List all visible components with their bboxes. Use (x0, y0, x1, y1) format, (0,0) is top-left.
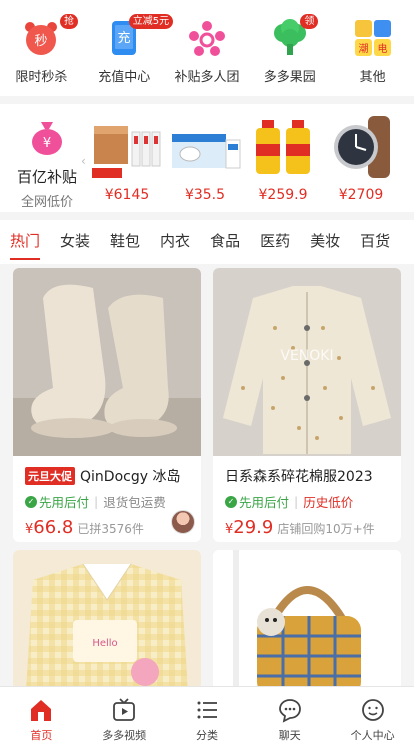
lowest-price-tag: 历史低价 (303, 495, 354, 510)
nav-label: 个人中心 (350, 729, 395, 742)
subsidy-section[interactable]: ¥ 百亿补贴 全网低价 ‹ ¥6145 ¥35.5 ¥259.9 ¥2709 (0, 104, 414, 212)
tag-divider: | (294, 494, 299, 509)
nav-profile[interactable]: 个人中心 (331, 687, 414, 743)
nav-label: 多多视频 (102, 729, 147, 742)
product-tags: ✓ 先用后付 | 历史低价 (213, 486, 401, 511)
pajama-print-text: Hello (92, 638, 117, 649)
product-price: 66.8 (33, 517, 74, 538)
shortcut-other[interactable]: 潮 电 其他 (331, 0, 414, 96)
shortcut-label: 限时秒杀 (15, 70, 68, 85)
money-bag-icon: ¥ (27, 118, 67, 160)
product-image-boots (13, 268, 201, 456)
chat-bubble-icon (276, 696, 304, 723)
buyer-avatar (171, 510, 195, 534)
repurchase-count: 店铺回购10万+件 (277, 522, 375, 536)
product-image-jacket: VENOKI (213, 268, 401, 456)
nav-home[interactable]: 首页 (0, 687, 83, 743)
subsidy-header[interactable]: ¥ 百亿补贴 全网低价 (8, 118, 86, 210)
return-shipping-tag: 退货包运费 (103, 495, 166, 510)
flash-sale-badge: 抢 (60, 14, 78, 29)
tab-food[interactable]: 食品 (200, 220, 250, 264)
subsidy-price: ¥35.5 (184, 187, 226, 203)
cooking-oil-image (246, 114, 320, 180)
promo-tag: 元旦大促 (25, 467, 75, 485)
price-symbol: ¥ (225, 522, 234, 537)
product-price: 29.9 (233, 517, 274, 538)
subsidy-item-liquor[interactable]: ¥6145 (90, 114, 164, 208)
tab-medicine[interactable]: 医药 (250, 220, 300, 264)
leaf-icon: ✓ (25, 495, 37, 508)
subsidy-price: ¥6145 (104, 187, 150, 203)
product-image-handbag (213, 550, 401, 690)
home-icon (27, 696, 55, 723)
product-tags: ✓ 先用后付 | 退货包运费 (13, 486, 201, 511)
product-image-pajamas: Hello (13, 550, 201, 690)
shortcut-recharge[interactable]: 充 立减5元 充值中心 (83, 0, 174, 96)
orchard-badge: 领 (300, 14, 319, 29)
nav-label: 聊天 (278, 729, 301, 742)
nav-category[interactable]: 分类 (166, 687, 249, 743)
video-tv-icon (110, 696, 138, 723)
leaf-icon: ✓ (225, 495, 237, 508)
shortcut-label: 补贴多人团 (174, 70, 240, 85)
product-title-row: 日系森系碎花棉服2023 (213, 456, 401, 486)
product-card[interactable]: VENOKI 日系森系碎花棉服2023 ✓ 先用后付 | 历史低价 ¥ 29.9… (213, 268, 401, 542)
subsidy-item-watch[interactable]: ¥2709 (324, 114, 398, 208)
category-list-icon (193, 696, 221, 723)
alarm-clock-icon: 秒 (21, 18, 61, 58)
tab-general-goods[interactable]: 百货 (350, 220, 400, 264)
app-grid-icon: 潮 电 (353, 18, 393, 58)
shortcut-label: 充值中心 (98, 70, 151, 85)
price-symbol: ¥ (25, 522, 34, 537)
pay-later-tag: 先用后付 (239, 495, 290, 510)
shortcut-flash-sale[interactable]: 秒 抢 限时秒杀 (0, 0, 83, 96)
nav-label: 分类 (195, 729, 218, 742)
app-tile-text: 潮 (358, 42, 368, 55)
tab-underwear[interactable]: 内衣 (150, 220, 200, 264)
shortcut-group-buy[interactable]: 补贴多人团 (166, 0, 249, 96)
shortcut-row: 秒 抢 限时秒杀 充 立减5元 充值中心 补贴多人团 领 多多果园 潮 电 其他 (0, 0, 414, 96)
product-title-row: 元旦大促 QinDocgy 冰岛 (13, 456, 201, 486)
shortcut-label: 其他 (359, 70, 386, 85)
tab-womens-clothing[interactable]: 女装 (50, 220, 100, 264)
alarm-clock-icon-text: 秒 (35, 34, 48, 49)
shortcut-label: 多多果园 (263, 70, 316, 85)
milk-box-image (168, 114, 242, 180)
product-title: 日系森系碎花棉服2023 (225, 469, 373, 485)
pay-later-tag: 先用后付 (39, 495, 90, 510)
subsidy-price: ¥2709 (338, 187, 384, 203)
shortcut-orchard[interactable]: 领 多多果园 (248, 0, 331, 96)
nav-chat[interactable]: 聊天 (248, 687, 331, 743)
tab-beauty[interactable]: 美妆 (300, 220, 350, 264)
category-tabs: 热门 女装 鞋包 内衣 食品 医药 美妆 百货 (0, 220, 414, 264)
subsidy-price: ¥259.9 (258, 187, 308, 203)
group-people-icon (187, 18, 227, 58)
chevron-left-icon: ‹ (81, 154, 86, 168)
tab-shoes-bags[interactable]: 鞋包 (100, 220, 150, 264)
tab-hot[interactable]: 热门 (0, 220, 50, 264)
subsidy-subtitle: 全网低价 (20, 195, 73, 210)
product-card[interactable]: Hello (13, 550, 201, 690)
watch-image (324, 114, 398, 180)
subsidy-title: 百亿补贴 (16, 168, 77, 186)
profile-face-icon (359, 696, 387, 723)
bottom-navigation: 首页 多多视频 分类 聊天 个人中心 (0, 686, 414, 743)
sales-count: 已拼3576件 (77, 522, 144, 536)
product-title: QinDocgy 冰岛 (80, 469, 181, 485)
nav-video[interactable]: 多多视频 (83, 687, 166, 743)
jacket-watermark: VENOKI (280, 348, 333, 364)
subsidy-item-milk[interactable]: ¥35.5 (168, 114, 242, 208)
product-card[interactable] (213, 550, 401, 690)
app-tile-text: 电 (377, 42, 387, 55)
subsidy-item-oil[interactable]: ¥259.9 (246, 114, 320, 208)
liquor-box-image (90, 114, 164, 180)
product-price-row: ¥ 29.9 店铺回购10万+件 (213, 511, 401, 538)
svg-text:¥: ¥ (43, 136, 51, 151)
product-card[interactable]: 元旦大促 QinDocgy 冰岛 ✓ 先用后付 | 退货包运费 ¥ 66.8 已… (13, 268, 201, 542)
phone-recharge-icon-text: 充 (118, 30, 131, 46)
tag-divider: | (94, 494, 99, 509)
nav-label: 首页 (30, 729, 53, 742)
